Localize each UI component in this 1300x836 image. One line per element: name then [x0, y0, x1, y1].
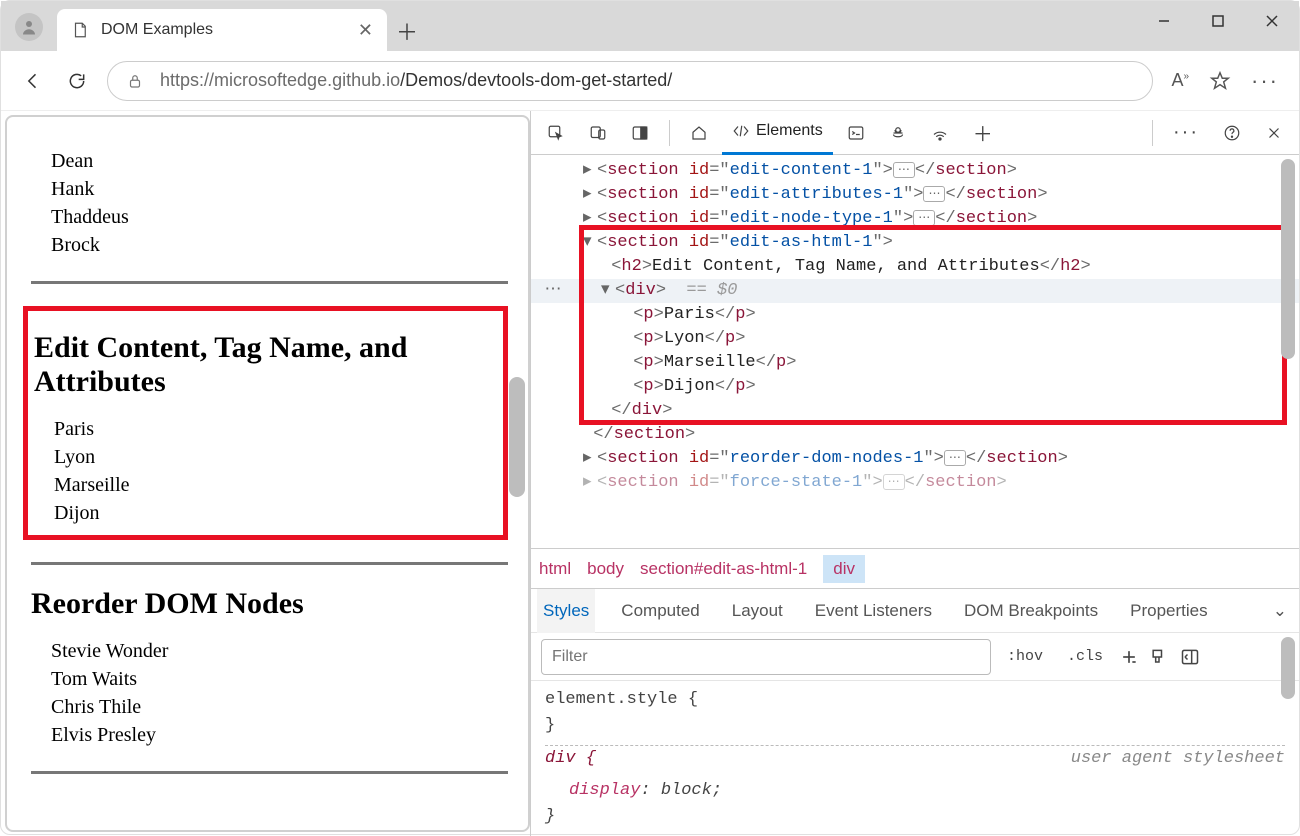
favorite-icon[interactable] [1209, 70, 1231, 92]
list-item: Thaddeus [51, 203, 508, 231]
tab-layout[interactable]: Layout [726, 589, 789, 633]
address-bar: https://microsoftedge.github.io/Demos/de… [1, 51, 1299, 111]
crumb-selected[interactable]: div [823, 555, 865, 583]
welcome-tab-icon[interactable] [680, 111, 718, 155]
tab-label: Elements [756, 122, 823, 140]
crumb[interactable]: section#edit-as-html-1 [640, 559, 807, 579]
dom-breadcrumb[interactable]: html body section#edit-as-html-1 div [531, 548, 1299, 588]
list-item: Tom Waits [51, 665, 508, 693]
section-heading: Edit Content, Tag Name, and Attributes [34, 331, 497, 399]
device-toolbar-icon[interactable] [579, 111, 617, 155]
dock-side-icon[interactable] [621, 111, 659, 155]
chevron-down-icon[interactable]: ⌄ [1261, 601, 1299, 621]
tab-elements[interactable]: Elements [722, 111, 833, 155]
styles-tabs: Styles Computed Layout Event Listeners D… [531, 589, 1299, 633]
tab-properties[interactable]: Properties [1124, 589, 1213, 633]
tab-styles[interactable]: Styles [537, 589, 595, 633]
divider [31, 281, 508, 284]
cls-toggle[interactable]: .cls [1059, 648, 1111, 665]
tab-event-listeners[interactable]: Event Listeners [809, 589, 938, 633]
list-item: Lyon [54, 443, 497, 471]
network-tab-icon[interactable] [921, 111, 959, 155]
page-viewport: Dean Hank Thaddeus Brock Edit Content, T… [5, 115, 530, 832]
hov-toggle[interactable]: :hov [999, 648, 1051, 665]
styles-rules[interactable]: element.style { } div {user agent styles… [531, 681, 1299, 836]
elements-tree[interactable]: ▸<section id="edit-content-1">⋯</section… [531, 155, 1299, 548]
selected-dom-node[interactable]: ⋯▾<div> == $0 [531, 279, 1299, 303]
list-item: Elvis Presley [51, 721, 508, 749]
url-path: /Demos/devtools-dom-get-started/ [400, 70, 672, 91]
close-window-button[interactable] [1245, 1, 1299, 41]
section-heading: Reorder DOM Nodes [31, 587, 508, 621]
crumb[interactable]: html [539, 559, 571, 579]
list-item: Paris [54, 415, 497, 443]
console-tab-icon[interactable] [837, 111, 875, 155]
window-titlebar: DOM Examples ✕ ＋ [1, 1, 1299, 51]
close-devtools-icon[interactable] [1255, 111, 1293, 155]
devtools-toolbar: Elements ＋ ··· [531, 111, 1299, 155]
line-actions-icon[interactable]: ⋯ [531, 279, 575, 303]
computed-sidebar-icon[interactable] [1179, 647, 1201, 667]
tab-title: DOM Examples [101, 21, 213, 39]
devtools-panel: Elements ＋ ··· ▸<section id="edit-conten… [530, 111, 1299, 836]
styles-brush-icon[interactable] [1149, 647, 1171, 667]
tab-close-icon[interactable]: ✕ [358, 20, 373, 41]
styles-filter-input[interactable] [541, 639, 991, 675]
divider [31, 562, 508, 565]
list-item: Hank [51, 175, 508, 203]
ua-stylesheet-label: user agent stylesheet [1071, 746, 1285, 772]
window-controls [1137, 1, 1299, 41]
list-item: Marseille [54, 471, 497, 499]
list-item: Chris Thile [51, 693, 508, 721]
scrollbar-thumb[interactable] [1281, 637, 1295, 699]
minimize-button[interactable] [1137, 1, 1191, 41]
styles-toolbar: :hov .cls [531, 633, 1299, 681]
help-icon[interactable] [1213, 111, 1251, 155]
maximize-button[interactable] [1191, 1, 1245, 41]
settings-more-icon[interactable]: ··· [1163, 111, 1209, 155]
tab-dom-breakpoints[interactable]: DOM Breakpoints [958, 589, 1104, 633]
crumb[interactable]: body [587, 559, 624, 579]
divider [31, 771, 508, 774]
list-item: Dean [51, 147, 508, 175]
more-tabs-button[interactable]: ＋ [963, 111, 1003, 155]
refresh-button[interactable] [55, 59, 99, 103]
sources-tab-icon[interactable] [879, 111, 917, 155]
highlighted-section: Edit Content, Tag Name, and Attributes P… [23, 306, 508, 540]
lock-icon [126, 72, 144, 90]
back-button[interactable] [11, 59, 55, 103]
url-host: https://microsoftedge.github.io [160, 70, 400, 91]
more-menu-icon[interactable]: ··· [1251, 68, 1279, 94]
browser-tab[interactable]: DOM Examples ✕ [57, 9, 387, 51]
list-item: Dijon [54, 499, 497, 527]
scrollbar-thumb[interactable] [509, 377, 525, 497]
tab-computed[interactable]: Computed [615, 589, 705, 633]
document-icon [71, 21, 89, 39]
names-list: Dean Hank Thaddeus Brock [31, 147, 508, 259]
code-icon [732, 122, 750, 140]
new-tab-button[interactable]: ＋ [387, 11, 427, 51]
list-item: Brock [51, 231, 508, 259]
inspect-element-icon[interactable] [537, 111, 575, 155]
list-item: Stevie Wonder [51, 637, 508, 665]
styles-panel: Styles Computed Layout Event Listeners D… [531, 588, 1299, 836]
element-style-rule[interactable]: element.style { [545, 687, 1285, 713]
profile-avatar-icon[interactable] [15, 13, 43, 41]
read-aloud-icon[interactable]: A» [1171, 70, 1189, 91]
url-input[interactable]: https://microsoftedge.github.io/Demos/de… [107, 61, 1153, 101]
new-style-rule-icon[interactable] [1119, 647, 1141, 667]
scrollbar-thumb[interactable] [1281, 159, 1295, 359]
